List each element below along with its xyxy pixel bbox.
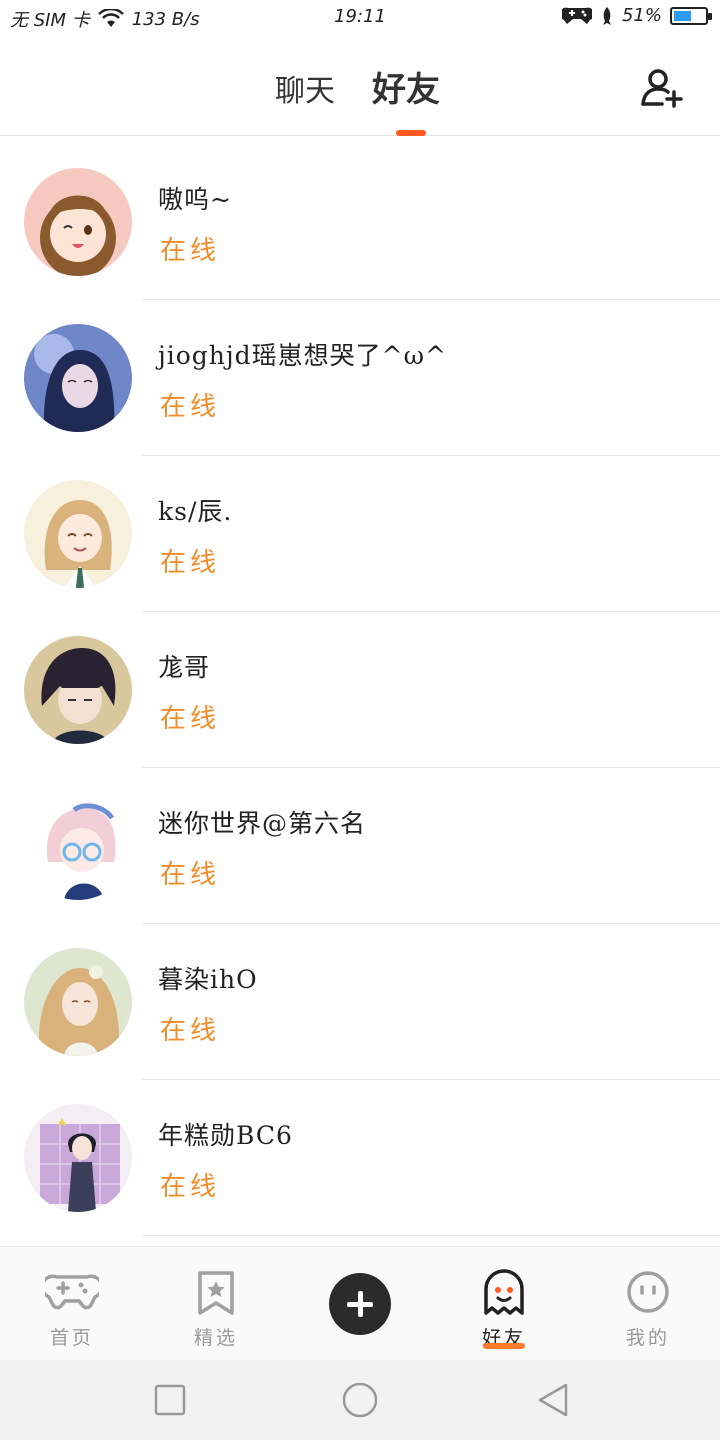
- top-header: 聊天 好友: [0, 36, 720, 136]
- friend-status: 在线: [160, 392, 221, 422]
- nav-item-create[interactable]: [288, 1247, 432, 1361]
- tab-friends[interactable]: 好友: [372, 62, 440, 111]
- friend-status: 在线: [160, 860, 221, 890]
- active-nav-indicator: [483, 1343, 525, 1349]
- nav-item-me[interactable]: 我的: [576, 1247, 720, 1361]
- divider: [142, 1235, 720, 1236]
- friend-status: 在线: [160, 548, 221, 578]
- status-bar: 无 SIM 卡 133 B/s 19:11 51%: [0, 0, 720, 36]
- friend-row[interactable]: jioghjd瑶崽想哭了^ω^ 在线: [0, 300, 720, 456]
- gamepad-icon: [45, 1274, 99, 1310]
- friend-name: 尨哥: [158, 653, 211, 682]
- add-friend-icon[interactable]: [640, 66, 684, 110]
- friend-status: 在线: [160, 1172, 221, 1202]
- bookmark-star-icon: [198, 1271, 234, 1315]
- nav-label-me: 我的: [625, 1327, 670, 1349]
- rocket-icon: [602, 6, 611, 25]
- friend-status: 在线: [160, 704, 221, 734]
- avatar[interactable]: [24, 168, 132, 276]
- clock: 19:11: [334, 6, 386, 27]
- friend-name: 年糕勋BC6: [158, 1121, 293, 1150]
- friend-name: 嗷呜~: [158, 185, 232, 214]
- ghost-icon: [484, 1269, 524, 1315]
- friend-list: 嗷呜~ 在线 jioghjd瑶崽想哭了^ω^ 在线 ks/辰. 在线 尨哥 在线…: [0, 144, 720, 1236]
- plus-icon[interactable]: [329, 1273, 391, 1335]
- friend-row[interactable]: 迷你世界@第六名 在线: [0, 768, 720, 924]
- friend-name: ks/辰.: [158, 497, 233, 526]
- friend-row[interactable]: ks/辰. 在线: [0, 456, 720, 612]
- nav-label-featured: 精选: [193, 1327, 238, 1349]
- avatar[interactable]: [24, 792, 132, 900]
- friend-name: 迷你世界@第六名: [158, 809, 367, 838]
- system-nav-bar: [0, 1360, 720, 1440]
- nav-label-home: 首页: [49, 1327, 94, 1349]
- nav-item-friends[interactable]: 好友: [432, 1247, 576, 1361]
- tab-chat[interactable]: 聊天: [275, 66, 335, 110]
- avatar[interactable]: [24, 1104, 132, 1212]
- avatar[interactable]: [24, 636, 132, 744]
- bottom-nav: 首页 精选 好友 我的: [0, 1246, 720, 1360]
- back-triangle-icon[interactable]: [536, 1382, 572, 1418]
- smiley-icon: [627, 1271, 669, 1313]
- battery-icon: [670, 6, 712, 25]
- friend-name: 暮染ihO: [158, 965, 258, 994]
- avatar[interactable]: [24, 480, 132, 588]
- nav-item-home[interactable]: 首页: [0, 1247, 144, 1361]
- game-controller-icon: [561, 7, 592, 24]
- avatar[interactable]: [24, 948, 132, 1056]
- friend-status: 在线: [160, 236, 221, 266]
- friend-row[interactable]: 尨哥 在线: [0, 612, 720, 768]
- nav-item-featured[interactable]: 精选: [144, 1247, 288, 1361]
- active-tab-indicator: [396, 130, 426, 136]
- friend-name: jioghjd瑶崽想哭了^ω^: [158, 341, 447, 370]
- friend-row[interactable]: 嗷呜~ 在线: [0, 144, 720, 300]
- avatar[interactable]: [24, 324, 132, 432]
- friend-status: 在线: [160, 1016, 221, 1046]
- square-icon[interactable]: [152, 1382, 188, 1418]
- battery-percent: 51%: [621, 5, 662, 26]
- circle-icon[interactable]: [342, 1382, 378, 1418]
- friend-row[interactable]: 暮染ihO 在线: [0, 924, 720, 1080]
- friend-row[interactable]: 年糕勋BC6 在线: [0, 1080, 720, 1236]
